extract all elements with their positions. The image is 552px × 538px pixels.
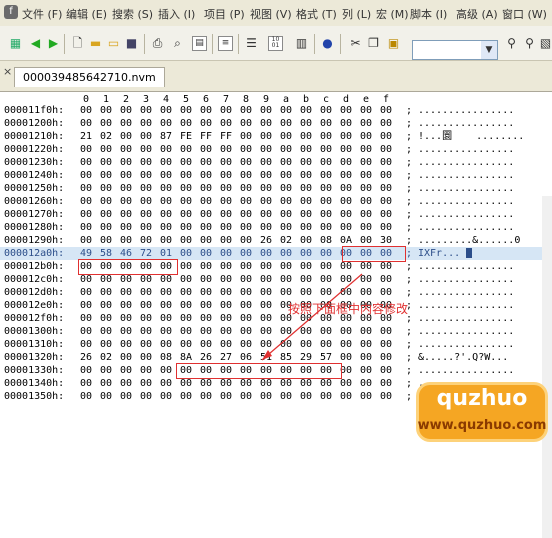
annotation-text: 按照下面框中内容修改 bbox=[288, 302, 409, 316]
toolbar-separator bbox=[314, 34, 315, 54]
new-file-icon[interactable]: 🗋 bbox=[70, 36, 85, 51]
hex-mode-icon[interactable]: 10 01 bbox=[268, 36, 283, 51]
menu-insert[interactable]: 插入 (I) bbox=[158, 6, 195, 22]
menu-column[interactable]: 列 (L) bbox=[342, 6, 371, 22]
print-icon[interactable]: ⎙ bbox=[150, 36, 165, 51]
toolbar-separator bbox=[64, 34, 65, 54]
find-icon[interactable]: ⚲ bbox=[504, 36, 519, 51]
find-in-files-icon[interactable]: ⚲ bbox=[522, 36, 537, 51]
site-watermark: quzhuo www.quzhuo.com bbox=[416, 382, 548, 442]
vertical-scrollbar[interactable] bbox=[542, 196, 552, 538]
menu-view[interactable]: 视图 (V) bbox=[250, 6, 292, 22]
new-project-icon[interactable]: ▦ bbox=[8, 36, 23, 51]
replace-icon[interactable]: ▧ bbox=[538, 36, 552, 51]
back-arrow-icon[interactable]: ◀ bbox=[28, 36, 43, 51]
tab-strip: × 000039485642710.nvm bbox=[0, 61, 552, 92]
menu-advanced[interactable]: 高级 (A) bbox=[456, 6, 498, 22]
toolbar-separator bbox=[144, 34, 145, 54]
menu-window[interactable]: 窗口 (W) bbox=[502, 6, 547, 22]
font-dropdown[interactable]: ▼ bbox=[412, 40, 498, 60]
column-mode-icon[interactable]: ▥ bbox=[294, 36, 309, 51]
menu-macro[interactable]: 宏 (M) bbox=[376, 6, 409, 22]
save-icon[interactable]: ■ bbox=[124, 36, 139, 51]
copy-icon[interactable]: ❐ bbox=[366, 36, 381, 51]
watermark-url: www.quzhuo.com bbox=[417, 418, 547, 433]
spreadsheet-icon[interactable]: ▤ bbox=[192, 36, 207, 51]
chevron-down-icon[interactable]: ▼ bbox=[481, 41, 497, 59]
menu-format[interactable]: 格式 (T) bbox=[296, 6, 337, 22]
menu-script[interactable]: 脚本 (I) bbox=[410, 6, 447, 22]
open-file-icon[interactable]: ▭ bbox=[106, 36, 121, 51]
document-icon[interactable]: ≡ bbox=[218, 36, 233, 51]
forward-arrow-icon[interactable]: ▶ bbox=[46, 36, 61, 51]
menu-bar: f 文件 (F) 编辑 (E) 搜索 (S) 插入 (I) 项目 (P) 视图 … bbox=[0, 0, 552, 27]
menu-project[interactable]: 项目 (P) bbox=[204, 6, 245, 22]
watermark-brand: quzhuo bbox=[436, 386, 528, 411]
toolbar-separator bbox=[340, 34, 341, 54]
wordwrap-icon[interactable]: ☰ bbox=[244, 36, 259, 51]
menu-edit[interactable]: 编辑 (E) bbox=[66, 6, 107, 22]
menu-file[interactable]: 文件 (F) bbox=[22, 6, 62, 22]
open-folder-icon[interactable]: ▬ bbox=[88, 36, 103, 51]
menu-search[interactable]: 搜索 (S) bbox=[112, 6, 153, 22]
browser-globe-icon[interactable]: ● bbox=[320, 36, 335, 51]
close-icon[interactable]: × bbox=[3, 65, 12, 78]
toolbar-separator bbox=[238, 34, 239, 54]
toolbar-separator bbox=[212, 34, 213, 54]
paste-icon[interactable]: ▣ bbox=[386, 36, 401, 51]
print-preview-icon[interactable]: ⌕ bbox=[170, 36, 185, 51]
cut-icon[interactable]: ✂ bbox=[348, 36, 363, 51]
file-tab[interactable]: 000039485642710.nvm bbox=[14, 67, 165, 87]
app-logo-icon: f bbox=[4, 5, 18, 19]
